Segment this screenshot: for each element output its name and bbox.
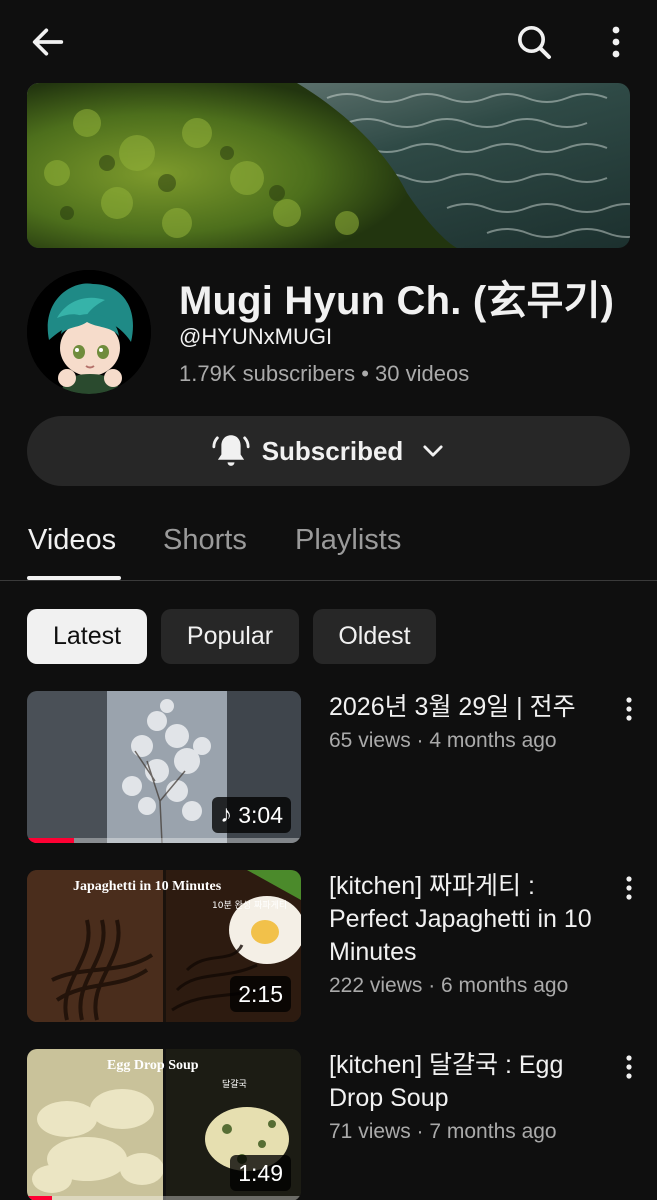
watch-progress-track bbox=[27, 1196, 301, 1200]
watch-progress-bar bbox=[27, 1196, 52, 1200]
filter-chip-popular[interactable]: Popular bbox=[161, 609, 299, 664]
channel-avatar[interactable] bbox=[27, 270, 151, 394]
filter-chip-oldest[interactable]: Oldest bbox=[313, 609, 436, 664]
bell-ringing-icon bbox=[212, 435, 250, 466]
back-button[interactable] bbox=[22, 20, 74, 64]
channel-tabs: Videos Shorts Playlists bbox=[0, 508, 657, 581]
tab-shorts[interactable]: Shorts bbox=[163, 524, 247, 557]
duration-text: 2:15 bbox=[238, 980, 283, 1007]
duration-text: 1:49 bbox=[238, 1159, 283, 1186]
more-vertical-icon bbox=[626, 876, 632, 900]
video-thumbnail[interactable]: Egg Drop Soup 달걀국 1:49 bbox=[27, 1049, 301, 1200]
arrow-left-icon bbox=[32, 28, 64, 56]
music-note-icon: ♪ bbox=[220, 801, 233, 828]
video-more-button[interactable] bbox=[613, 1051, 645, 1083]
video-list-item[interactable]: Japaghetti in 10 Minutes 10분 완성 짜파게티 2:1… bbox=[27, 870, 657, 1022]
thumbnail-caption: Egg Drop Soup bbox=[107, 1058, 199, 1073]
video-meta: 65 views · 4 months ago bbox=[329, 729, 557, 752]
channel-banner bbox=[27, 83, 630, 248]
video-title[interactable]: [kitchen] 달걀국 : Egg Drop Soup bbox=[329, 1049, 619, 1115]
video-thumbnail[interactable]: ♪ 3:04 bbox=[27, 691, 301, 843]
thumbnail-caption: Japaghetti in 10 Minutes bbox=[73, 879, 222, 894]
tab-videos[interactable]: Videos bbox=[28, 524, 116, 557]
more-vertical-icon bbox=[612, 26, 620, 58]
video-title[interactable]: [kitchen] 짜파게티 : Perfect Japaghetti in 1… bbox=[329, 870, 619, 969]
search-button[interactable] bbox=[508, 18, 560, 66]
active-tab-indicator bbox=[27, 576, 121, 580]
filter-chip-latest[interactable]: Latest bbox=[27, 609, 147, 664]
video-list-item[interactable]: Egg Drop Soup 달걀국 1:49 [kitchen] 달걀국 : E… bbox=[27, 1049, 657, 1200]
video-meta: 71 views · 7 months ago bbox=[329, 1120, 557, 1143]
channel-stats[interactable]: 1.79K subscribers • 30 videos bbox=[179, 361, 469, 387]
chevron-down-icon bbox=[423, 445, 443, 457]
video-list-item[interactable]: ♪ 3:04 2026년 3월 29일 | 전주 65 views · 4 mo… bbox=[27, 691, 657, 843]
video-duration: 1:49 bbox=[230, 1155, 291, 1191]
video-thumbnail[interactable]: Japaghetti in 10 Minutes 10분 완성 짜파게티 2:1… bbox=[27, 870, 301, 1022]
search-icon bbox=[518, 26, 551, 59]
channel-handle: @HYUNxMUGI bbox=[179, 324, 333, 349]
video-title[interactable]: 2026년 3월 29일 | 전주 bbox=[329, 691, 619, 724]
top-app-bar bbox=[0, 0, 657, 84]
video-duration: 2:15 bbox=[230, 976, 291, 1012]
video-meta: 222 views · 6 months ago bbox=[329, 974, 569, 997]
more-vertical-icon bbox=[626, 697, 632, 721]
duration-text: 3:04 bbox=[238, 801, 283, 828]
more-vertical-icon bbox=[626, 1055, 632, 1079]
video-more-button[interactable] bbox=[613, 872, 645, 904]
subscribed-label: Subscribed bbox=[261, 435, 404, 466]
channel-name: Mugi Hyun Ch. (玄무기) bbox=[179, 279, 615, 323]
subscribed-button[interactable]: Subscribed bbox=[27, 416, 630, 486]
video-more-button[interactable] bbox=[613, 693, 645, 725]
thumbnail-subcaption: 달걀국 bbox=[222, 1078, 247, 1090]
tab-playlists[interactable]: Playlists bbox=[295, 524, 401, 557]
watch-progress-bar bbox=[27, 838, 74, 843]
more-options-button[interactable] bbox=[596, 20, 636, 64]
video-duration: ♪ 3:04 bbox=[212, 797, 291, 833]
thumbnail-subcaption: 10분 완성 짜파게티 bbox=[212, 900, 287, 911]
